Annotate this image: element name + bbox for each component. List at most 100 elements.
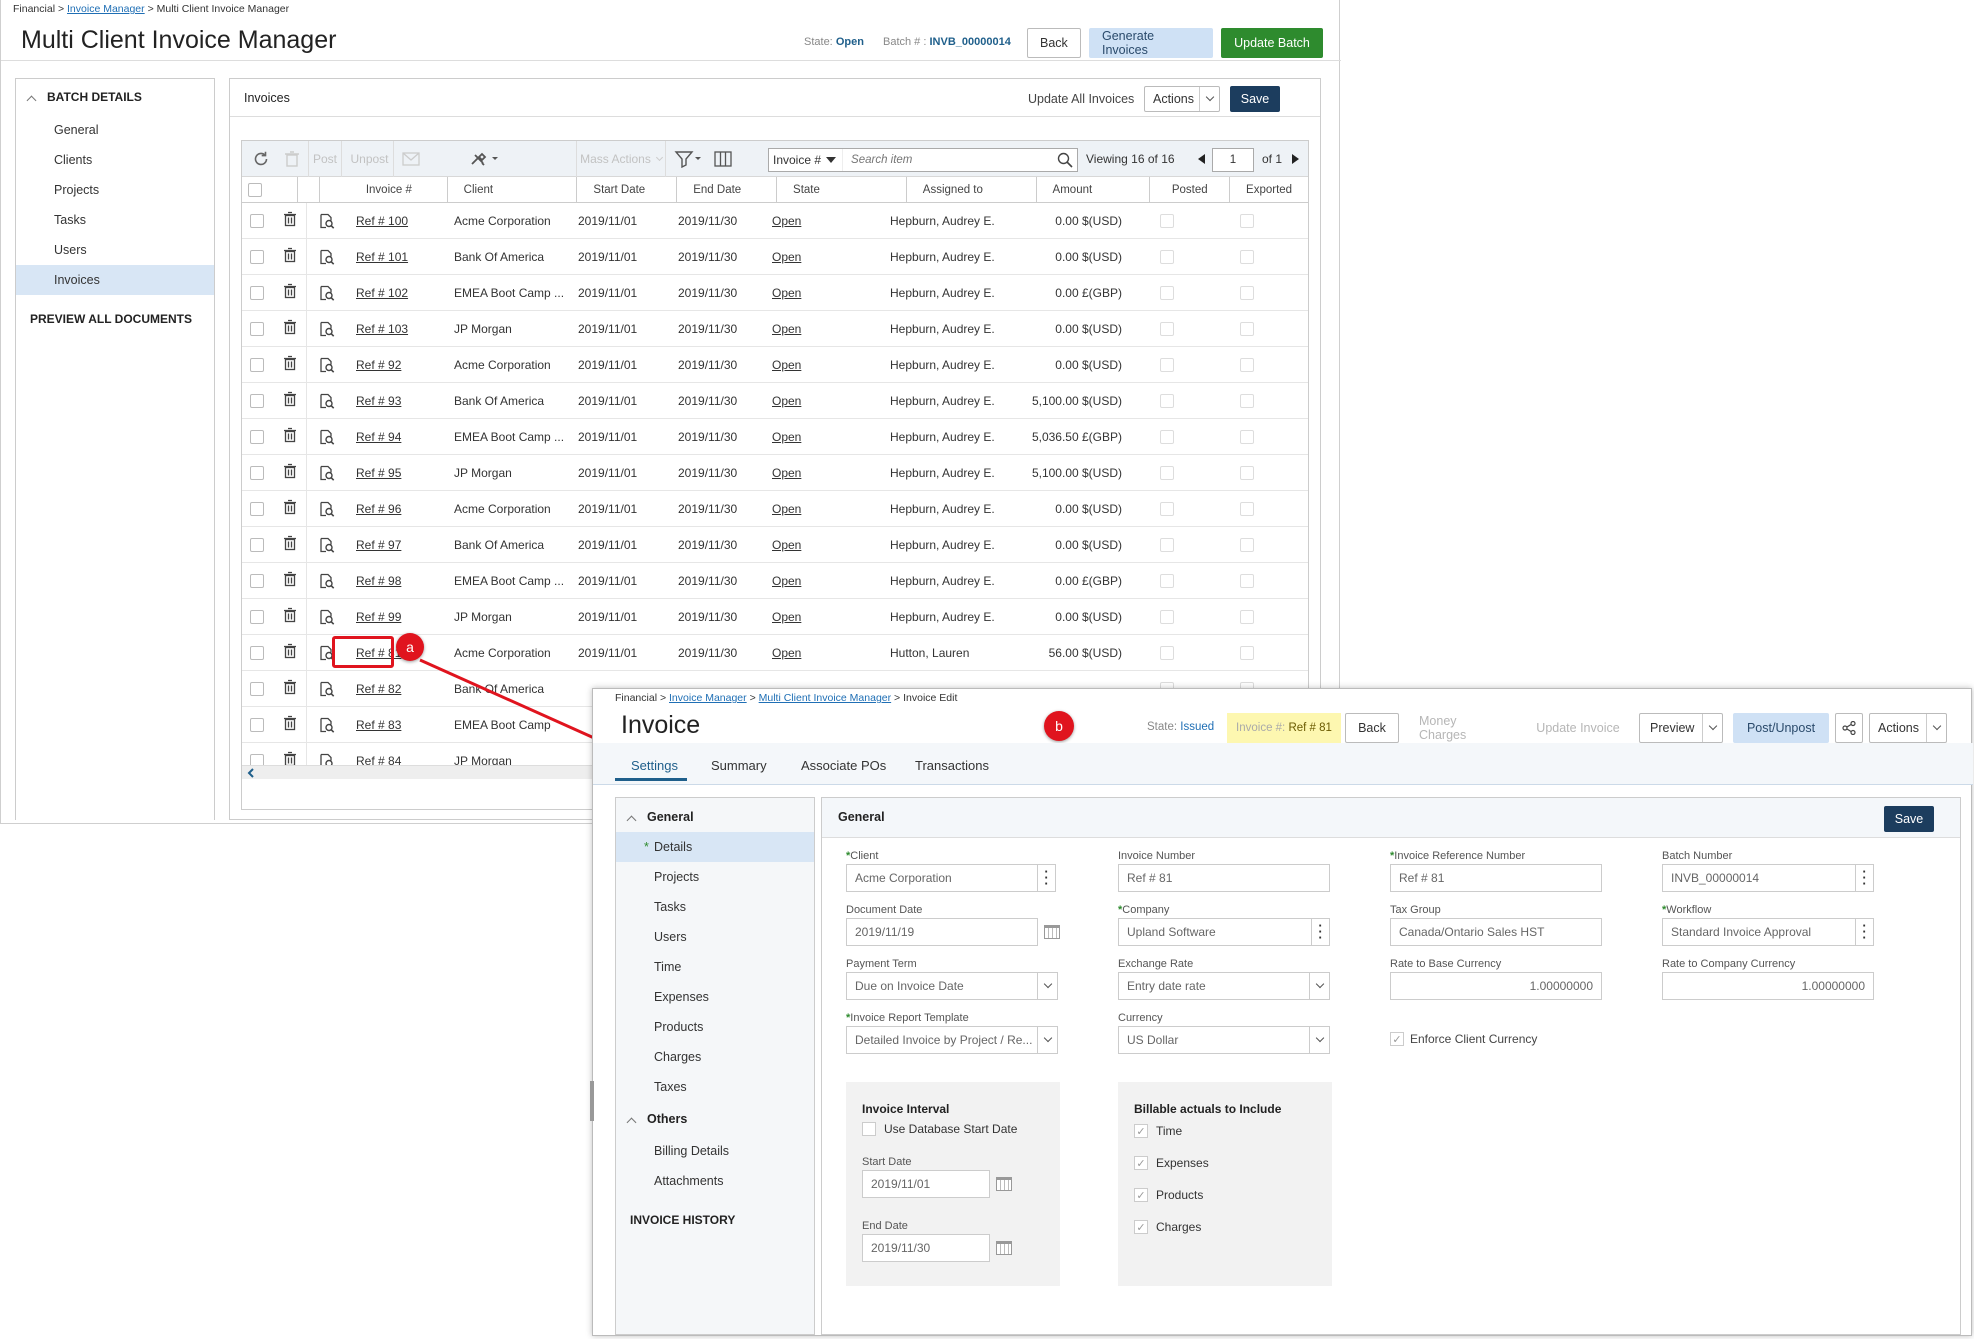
workflow-field[interactable]: Standard Invoice Approval · · · <box>1662 918 1874 946</box>
invoice-number-field[interactable]: Ref # 81 <box>1118 864 1330 892</box>
checkmark-icon: ✓ <box>1134 1188 1148 1202</box>
invoice-nav: General * Details Projects Tasks Users Time Ex… <box>615 797 815 1335</box>
billable-expenses-checkbox[interactable]: ✓ Expenses <box>1134 1156 1209 1170</box>
tab-bar <box>593 743 1973 785</box>
calendar-icon[interactable] <box>996 1177 1012 1191</box>
checkmark-icon: ✓ <box>1390 1032 1404 1046</box>
nav-item-attachments[interactable]: Attachments <box>616 1166 814 1196</box>
chevron-down-icon <box>1309 973 1329 999</box>
nav-item-tasks[interactable]: Tasks <box>616 892 814 922</box>
preview-dropdown[interactable]: Preview <box>1639 713 1723 743</box>
rate-company-label: Rate to Company Currency <box>1662 958 1796 970</box>
update-invoice-button[interactable]: Update Invoice <box>1523 713 1633 743</box>
invoice-number-label: Invoice Number <box>1118 850 1196 862</box>
tax-group-label: Tax Group <box>1390 904 1441 916</box>
chevron-down-icon <box>1926 714 1946 742</box>
exchange-rate-label: Exchange Rate <box>1118 958 1194 970</box>
general-title: General <box>838 810 885 824</box>
batch-number-label: Batch Number <box>1662 850 1733 862</box>
chevron-up-icon <box>626 815 637 825</box>
more-options-icon[interactable]: · · · <box>1855 919 1873 945</box>
client-field[interactable]: Acme Corporation · · · <box>846 864 1056 892</box>
tab-settings[interactable]: Settings <box>615 751 687 781</box>
more-options-icon[interactable]: · · · <box>1037 865 1055 891</box>
company-label: *Company <box>1118 904 1170 916</box>
more-options-icon[interactable]: · · · <box>1855 865 1873 891</box>
rate-base-field[interactable]: 1.00000000 <box>1390 972 1602 1000</box>
nav-item-users[interactable]: Users <box>616 922 814 952</box>
report-template-label: *Invoice Report Template <box>846 1012 969 1024</box>
splitter-handle[interactable] <box>590 1081 594 1121</box>
nav-item-details[interactable]: * Details <box>616 832 814 862</box>
rate-base-label: Rate to Base Currency <box>1390 958 1502 970</box>
breadcrumb-invoice-manager-link[interactable]: Invoice Manager <box>669 692 747 704</box>
tab-summary[interactable]: Summary <box>711 751 767 781</box>
start-date-label: Start Date <box>862 1156 912 1168</box>
nav-item-time[interactable]: Time <box>616 952 814 982</box>
nav-others-heading[interactable]: Others <box>616 1102 814 1136</box>
callout-a-badge: a <box>396 633 424 661</box>
payment-term-select[interactable]: Due on Invoice Date <box>846 972 1058 1000</box>
chevron-down-icon <box>1037 973 1057 999</box>
end-date-label: End Date <box>862 1220 908 1232</box>
company-field[interactable]: Upland Software · · · <box>1118 918 1330 946</box>
money-charges-button[interactable]: Money Charges <box>1407 713 1517 743</box>
billable-products-checkbox[interactable]: ✓ Products <box>1134 1188 1203 1202</box>
invoice-history-link[interactable]: INVOICE HISTORY <box>616 1200 814 1240</box>
rate-company-field[interactable]: 1.00000000 <box>1662 972 1874 1000</box>
client-label: *Client <box>846 850 879 862</box>
calendar-icon[interactable] <box>1044 925 1060 939</box>
back-button[interactable]: Back <box>1345 713 1399 743</box>
invoice-number-badge: Invoice #: Ref # 81 <box>1227 713 1341 743</box>
nav-item-projects[interactable]: Projects <box>616 862 814 892</box>
nav-general-heading[interactable]: General <box>616 802 814 832</box>
nav-item-products[interactable]: Products <box>616 1012 814 1042</box>
tax-group-field[interactable]: Canada/Ontario Sales HST <box>1390 918 1602 946</box>
calendar-icon[interactable] <box>996 1241 1012 1255</box>
state-value: Issued <box>1180 721 1215 733</box>
page-title: Invoice <box>621 711 701 739</box>
use-database-start-date-checkbox[interactable]: Use Database Start Date <box>862 1122 1017 1136</box>
invoice-window: Financial > Invoice Manager > Multi Clie… <box>590 688 1973 1336</box>
nav-general-items: * Details Projects Tasks Users Time Expenses Pr… <box>616 832 814 1102</box>
end-date-field[interactable]: 2019/11/30 <box>862 1234 990 1262</box>
tab-transactions[interactable]: Transactions <box>915 751 989 781</box>
enforce-currency-checkbox[interactable]: ✓ Enforce Client Currency <box>1390 1032 1537 1046</box>
report-template-select[interactable]: Detailed Invoice by Project / Re... <box>846 1026 1058 1054</box>
nav-others-items: Billing Details Attachments <box>616 1136 814 1196</box>
actions-dropdown[interactable]: Actions <box>1869 713 1947 743</box>
chevron-down-icon <box>1702 714 1722 742</box>
invoice-interval-title: Invoice Interval <box>862 1102 950 1116</box>
post-unpost-button[interactable]: Post/Unpost <box>1733 713 1829 743</box>
callout-b-badge: b <box>1044 711 1074 741</box>
invoice-state: State: Issued <box>1147 721 1215 733</box>
currency-select[interactable]: US Dollar <box>1118 1026 1330 1054</box>
chevron-down-icon <box>1037 1027 1057 1053</box>
nav-item-billing-details[interactable]: Billing Details <box>616 1136 814 1166</box>
checkmark-icon: ✓ <box>1134 1124 1148 1138</box>
more-options-icon[interactable]: · · · <box>1311 919 1329 945</box>
chevron-up-icon <box>626 1117 637 1127</box>
tab-associate-pos[interactable]: Associate POs <box>801 751 886 781</box>
save-button[interactable]: Save <box>1884 806 1934 832</box>
workflow-label: *Workflow <box>1662 904 1712 916</box>
nav-item-taxes[interactable]: Taxes <box>616 1072 814 1102</box>
billable-actuals-title: Billable actuals to Include <box>1134 1102 1282 1116</box>
document-date-field[interactable]: 2019/11/19 <box>846 918 1038 946</box>
checkmark-icon: ✓ <box>1134 1156 1148 1170</box>
batch-number-field[interactable]: INVB_00000014 · · · <box>1662 864 1874 892</box>
currency-label: Currency <box>1118 1012 1163 1024</box>
breadcrumb-multi-client-link[interactable]: Multi Client Invoice Manager <box>759 692 891 704</box>
share-icon[interactable] <box>1835 713 1863 743</box>
document-date-label: Document Date <box>846 904 923 916</box>
start-date-field[interactable]: 2019/11/01 <box>862 1170 990 1198</box>
nav-item-charges[interactable]: Charges <box>616 1042 814 1072</box>
exchange-rate-select[interactable]: Entry date rate <box>1118 972 1330 1000</box>
invoice-ref-field[interactable]: Ref # 81 <box>1390 864 1602 892</box>
nav-item-expenses[interactable]: Expenses <box>616 982 814 1012</box>
chevron-down-icon <box>1309 1027 1329 1053</box>
billable-time-checkbox[interactable]: ✓ Time <box>1134 1124 1182 1138</box>
general-panel: General Save *Client Acme Corporation · · ·… <box>821 797 1961 1335</box>
checkmark-icon: ✓ <box>1134 1220 1148 1234</box>
billable-charges-checkbox[interactable]: ✓ Charges <box>1134 1220 1201 1234</box>
